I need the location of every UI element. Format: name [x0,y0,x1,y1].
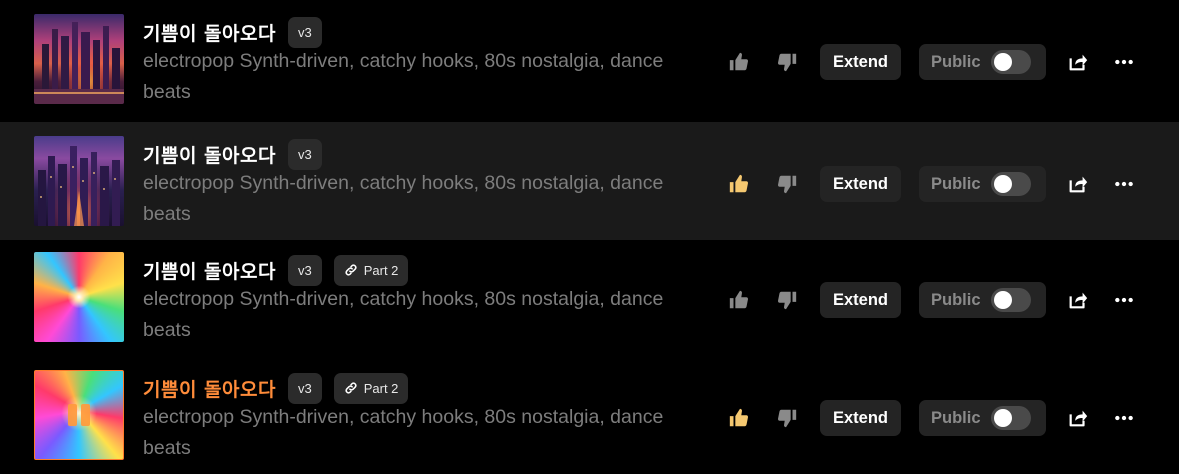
public-label: Public [931,408,981,427]
song-description: electropop Synth-driven, catchy hooks, 8… [143,406,664,459]
version-badge: v3 [287,372,322,404]
toggle-knob [993,175,1012,193]
song-row[interactable]: 기쁨이 돌아오다 v3 electropop Synth-driven, cat… [0,122,1179,240]
pause-icon[interactable] [68,404,90,426]
song-list: 기쁨이 돌아오다 v3 electropop Synth-driven, cat… [0,0,1179,467]
public-toggle[interactable] [990,288,1031,312]
version-badge: v3 [287,16,322,48]
dislike-button[interactable] [771,402,803,434]
toggle-knob [993,53,1012,71]
song-description: electropop Synth-driven, catchy hooks, 8… [143,50,664,103]
thumbs-down-icon [777,53,797,72]
song-row[interactable]: 기쁨이 돌아오다 v3 electropop Synth-driven, cat… [0,0,1179,118]
like-button[interactable] [723,46,755,78]
public-label: Public [931,290,981,309]
city-artwork [38,146,120,226]
like-button[interactable] [723,402,755,434]
thumbs-up-icon [729,290,749,309]
thumbs-up-icon [729,408,749,427]
extend-button[interactable]: Extend [820,282,902,318]
city-artwork [34,22,124,104]
link-icon [345,264,357,276]
share-button[interactable] [1062,168,1094,200]
dislike-button[interactable] [771,168,803,200]
toggle-knob [993,291,1012,309]
share-button[interactable] [1062,402,1094,434]
share-icon [1069,292,1088,309]
public-toggle-button[interactable]: Public [919,282,1047,318]
part-label: Part 2 [363,262,399,278]
thumbs-up-icon [729,52,749,71]
more-button[interactable] [1108,46,1140,78]
public-toggle[interactable] [990,406,1031,430]
public-toggle-button[interactable]: Public [919,166,1047,202]
song-description: electropop Synth-driven, catchy hooks, 8… [143,288,664,341]
thumbs-down-icon [777,409,797,428]
version-badge: v3 [287,254,322,286]
thumbs-up-icon [729,174,749,193]
share-icon [1069,54,1088,71]
song-title[interactable]: 기쁨이 돌아오다 [143,375,276,402]
like-button[interactable] [723,284,755,316]
public-toggle-button[interactable]: Public [919,44,1047,80]
song-title[interactable]: 기쁨이 돌아오다 [143,19,276,46]
toggle-knob [993,409,1012,427]
song-description: electropop Synth-driven, catchy hooks, 8… [143,172,664,225]
more-button[interactable] [1108,284,1140,316]
public-toggle-button[interactable]: Public [919,400,1047,436]
share-icon [1069,176,1088,193]
more-icon [1115,59,1133,65]
public-toggle[interactable] [990,172,1031,196]
song-row[interactable]: 기쁨이 돌아오다 v3 Part 2 electropop Synth-driv… [0,356,1179,474]
song-thumbnail[interactable] [34,136,124,226]
more-button[interactable] [1108,168,1140,200]
extend-button[interactable]: Extend [820,400,902,436]
share-button[interactable] [1062,284,1094,316]
song-thumbnail[interactable] [34,252,124,342]
part-link-badge[interactable]: Part 2 [333,254,409,286]
song-row[interactable]: 기쁨이 돌아오다 v3 Part 2 electropop Synth-driv… [0,238,1179,356]
more-icon [1115,415,1133,421]
share-icon [1069,410,1088,427]
part-label: Part 2 [363,380,399,396]
thumbs-down-icon [777,291,797,310]
link-icon [345,382,357,394]
like-button[interactable] [723,168,755,200]
extend-button[interactable]: Extend [820,44,902,80]
dislike-button[interactable] [771,46,803,78]
public-label: Public [931,52,981,71]
share-button[interactable] [1062,46,1094,78]
version-badge: v3 [287,138,322,170]
song-thumbnail[interactable] [34,370,124,460]
song-title[interactable]: 기쁨이 돌아오다 [143,141,276,168]
more-icon [1115,297,1133,303]
more-button[interactable] [1108,402,1140,434]
public-label: Public [931,174,981,193]
part-link-badge[interactable]: Part 2 [333,372,409,404]
dislike-button[interactable] [771,284,803,316]
more-icon [1115,181,1133,187]
thumbs-down-icon [777,175,797,194]
song-title[interactable]: 기쁨이 돌아오다 [143,257,276,284]
public-toggle[interactable] [990,50,1031,74]
extend-button[interactable]: Extend [820,166,902,202]
song-thumbnail[interactable] [34,14,124,104]
